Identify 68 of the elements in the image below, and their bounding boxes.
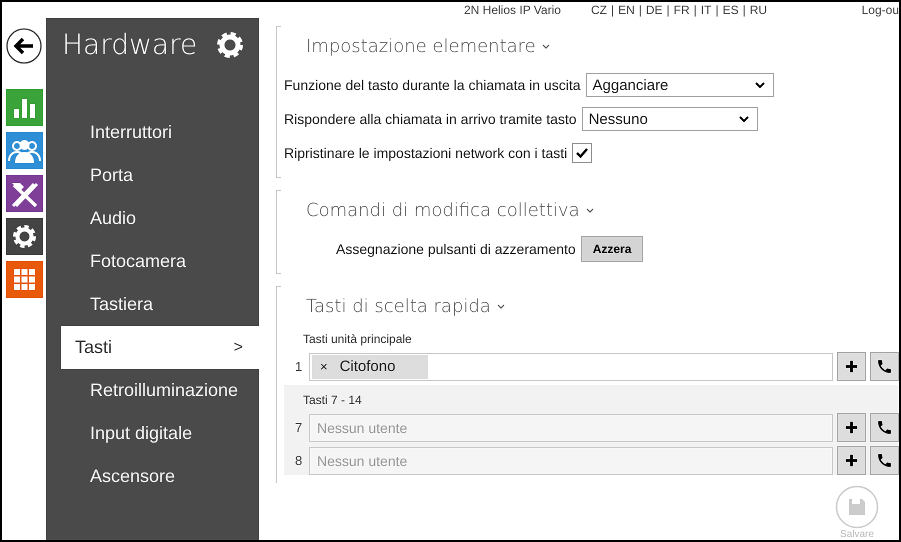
sidebar-item[interactable]: Ascensore: [61, 455, 259, 498]
phone-icon: [876, 419, 893, 436]
field-label: Assegnazione pulsanti di azzeramento: [336, 241, 576, 257]
separator: |: [694, 3, 697, 17]
add-button[interactable]: [837, 413, 866, 442]
field-label: Ripristinare le impostazioni network con i tasti: [284, 145, 568, 161]
phone-icon: [876, 452, 893, 469]
row-number: 7: [295, 420, 304, 435]
plus-icon: [845, 421, 858, 434]
add-button[interactable]: [837, 352, 866, 381]
reset-button[interactable]: Azzera: [580, 236, 644, 262]
sidebar-item[interactable]: Tasti >: [61, 326, 259, 369]
sidebar-item[interactable]: Input digitale: [61, 412, 259, 455]
sidebar-title: Hardware: [62, 28, 198, 61]
checkbox[interactable]: [572, 143, 592, 163]
dropdown[interactable]: Agganciare: [586, 73, 774, 97]
language-link[interactable]: DE: [646, 3, 663, 17]
chevron-down-icon[interactable]: [542, 44, 550, 48]
sidebar-item[interactable]: Tastiera: [61, 283, 259, 326]
group-title: Tasti unità principale: [302, 332, 413, 346]
group-title: Tasti 7 - 14: [302, 393, 363, 407]
separator: |: [610, 3, 614, 17]
separator: |: [715, 3, 719, 17]
sidebar-item[interactable]: Audio: [61, 197, 259, 240]
row-number: 1: [295, 359, 304, 374]
field-label: Funzione del tasto durante la chiamata in uscita: [284, 77, 581, 93]
caret-icon: [738, 116, 749, 122]
floppy-disk-icon: [835, 485, 879, 529]
call-button[interactable]: [870, 446, 899, 475]
tools-icon[interactable]: [6, 175, 42, 212]
sidebar-item[interactable]: Fotocamera: [61, 240, 259, 283]
user-tag[interactable]: × Citofono: [312, 354, 428, 378]
language-link[interactable]: ES: [722, 3, 739, 17]
language-link[interactable]: EN: [618, 3, 635, 17]
logout-link[interactable]: Log-ou: [862, 3, 899, 17]
input-field[interactable]: × Citofono: [309, 352, 833, 380]
dropdown[interactable]: Nessuno: [582, 107, 758, 131]
section-title[interactable]: Tasti di scelta rapida: [306, 296, 491, 316]
section-title[interactable]: Comandi di modifica collettiva: [306, 200, 580, 220]
back-icon[interactable]: [6, 28, 42, 64]
phone-icon: [876, 358, 893, 375]
plus-icon: [845, 360, 858, 373]
sidebar-item[interactable]: Interruttori: [61, 111, 259, 154]
language-link[interactable]: CZ: [590, 3, 607, 17]
device-name: 2N Helios IP Vario: [464, 3, 561, 17]
separator: |: [638, 3, 642, 17]
call-button[interactable]: [870, 352, 899, 381]
caret-icon: [754, 82, 765, 88]
language-link[interactable]: IT: [700, 3, 712, 17]
section-title[interactable]: Impostazione elementare: [306, 36, 536, 56]
call-button[interactable]: [870, 413, 899, 442]
chevron-down-icon[interactable]: [586, 208, 594, 212]
sidebar-item[interactable]: Retroilluminazione: [61, 369, 259, 412]
chart-icon[interactable]: [6, 89, 42, 126]
plus-icon: [845, 454, 858, 467]
row-number: 8: [295, 453, 304, 468]
separator: |: [742, 3, 746, 17]
chevron-down-icon[interactable]: [496, 304, 505, 308]
gear-icon: [215, 30, 245, 60]
users-icon[interactable]: [6, 132, 42, 169]
add-button[interactable]: [837, 446, 866, 475]
language-link[interactable]: RU: [750, 3, 768, 17]
separator: |: [666, 3, 670, 17]
sidebar-item[interactable]: Porta: [61, 154, 259, 197]
language-link[interactable]: FR: [674, 3, 690, 17]
gear-icon[interactable]: [6, 218, 42, 255]
field-label: Rispondere alla chiamata in arrivo tramite tasto: [284, 111, 577, 127]
grid-icon[interactable]: [6, 261, 42, 298]
